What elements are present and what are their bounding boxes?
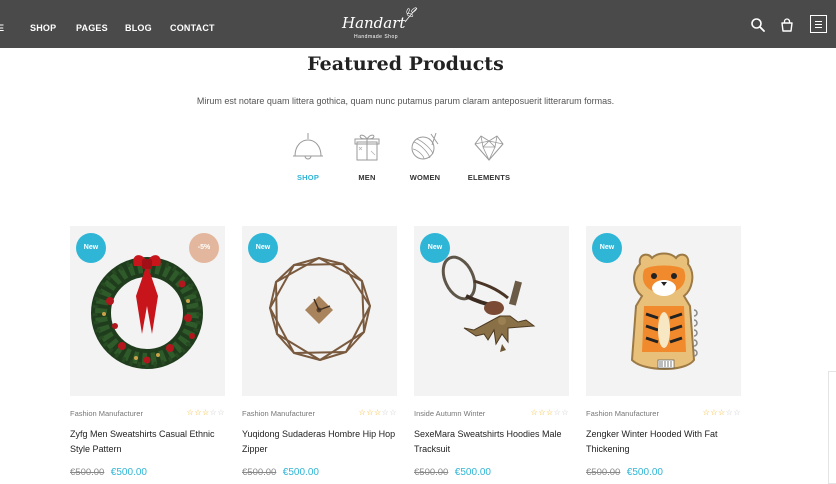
new-badge: New [420,233,450,263]
category-tab-elements[interactable]: ELEMENTS [459,130,519,182]
product-card[interactable]: New Fashion Manufacturer ☆☆☆☆☆ Yuqidong … [242,226,397,480]
nav-item-contact[interactable]: CONTACT [170,23,215,33]
category-label: ELEMENTS [467,173,511,182]
menu-icon[interactable] [810,15,827,33]
product-image[interactable]: New -5% [70,226,225,396]
rating-stars: ☆☆☆☆☆ [358,408,397,417]
product-name[interactable]: Zyfg Men Sweatshirts Casual Ethnic Style… [70,427,225,457]
site-header: E SHOP PAGES BLOG CONTACT Handart Handma… [0,0,836,48]
yarn-ball-icon [411,132,439,160]
gift-icon [354,134,380,161]
product-card[interactable]: New Fashion Manufacturer ☆☆☆☆☆ Zengker W… [586,226,741,480]
lamp-icon [293,133,323,160]
section-title: Featured Products [307,53,504,75]
product-brand[interactable]: Inside Autumn Winter [414,409,485,418]
new-badge: New [248,233,278,263]
current-price: €500.00 [282,467,319,478]
cart-icon[interactable] [779,17,795,33]
rating-stars: ☆☆☆☆☆ [702,408,741,417]
rating-stars: ☆☆☆☆☆ [186,408,225,417]
leaf-ornament-icon [404,7,418,23]
old-price: €500.00 [414,467,449,478]
category-tab-women[interactable]: WOMEN [395,130,455,182]
new-badge: New [76,233,106,263]
product-price: €500.00 €500.00 [242,462,397,480]
side-panel-tab[interactable] [828,371,836,484]
current-price: €500.00 [454,467,491,478]
geometric-heart-icon [474,135,504,161]
nav-item-home[interactable]: E [0,23,4,33]
product-brand[interactable]: Fashion Manufacturer [586,409,659,418]
new-badge: New [592,233,622,263]
category-tab-men[interactable]: MEN [337,130,397,182]
category-label: MEN [358,173,376,182]
product-card[interactable]: New -5% Fashion Manufacturer ☆☆☆☆☆ Zyfg … [70,226,225,480]
nav-item-pages[interactable]: PAGES [76,23,108,33]
old-price: €500.00 [242,467,277,478]
product-price: €500.00 €500.00 [586,462,741,480]
product-card[interactable]: New Inside Autumn Winter ☆☆☆☆☆ SexeMara … [414,226,569,480]
product-name[interactable]: Zengker Winter Hooded With Fat Thickenin… [586,427,741,457]
logo-text: Handart [342,14,406,32]
product-image[interactable]: New [414,226,569,396]
product-image[interactable]: New [242,226,397,396]
category-label: WOMEN [409,173,441,182]
search-icon[interactable] [750,17,766,33]
product-price: €500.00 €500.00 [414,462,569,480]
product-name[interactable]: SexeMara Sweatshirts Hoodies Male Tracks… [414,427,569,457]
rating-stars: ☆☆☆☆☆ [530,408,569,417]
category-tab-shop[interactable]: SHOP [278,130,338,182]
nav-item-shop[interactable]: SHOP [30,23,56,33]
site-logo[interactable]: Handart Handmade Shop [340,6,422,44]
current-price: €500.00 [626,467,663,478]
product-name[interactable]: Yuqidong Sudaderas Hombre Hip Hop Zipper [242,427,397,457]
product-image[interactable]: New [586,226,741,396]
category-label: SHOP [296,173,320,182]
old-price: €500.00 [586,467,621,478]
product-brand[interactable]: Fashion Manufacturer [242,409,315,418]
product-brand[interactable]: Fashion Manufacturer [70,409,143,418]
current-price: €500.00 [110,467,147,478]
section-subtitle: Mirum est notare quam littera gothica, q… [196,96,615,106]
old-price: €500.00 [70,467,105,478]
logo-subtext: Handmade Shop [354,34,399,40]
nav-item-blog[interactable]: BLOG [125,23,152,33]
discount-badge: -5% [189,233,219,263]
product-price: €500.00 €500.00 [70,462,225,480]
